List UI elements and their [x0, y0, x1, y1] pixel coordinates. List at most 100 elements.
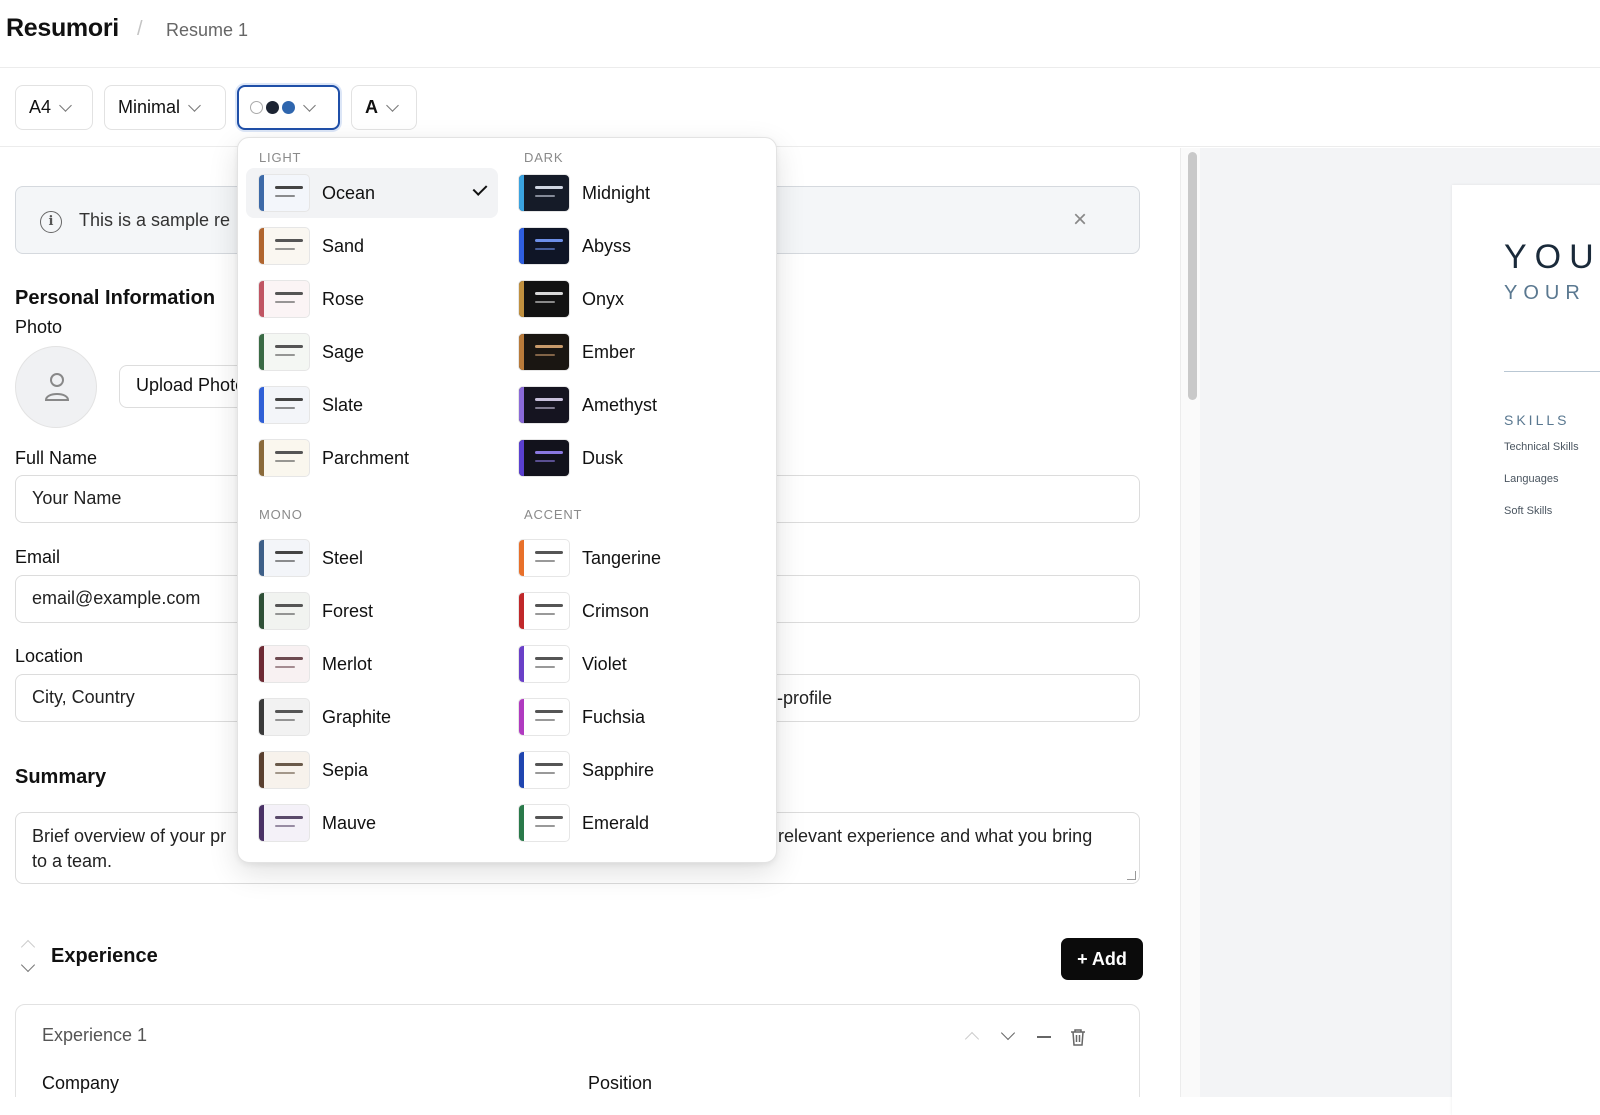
toolbar: A4 Minimal A	[0, 68, 1600, 147]
theme-option-onyx[interactable]: Onyx	[506, 274, 758, 324]
swatch-line	[535, 816, 563, 819]
swatch-line	[275, 613, 295, 615]
move-up-icon[interactable]	[962, 1027, 982, 1047]
theme-option-tangerine[interactable]: Tangerine	[506, 533, 758, 583]
scrollbar-thumb[interactable]	[1188, 152, 1197, 400]
theme-swatch	[518, 751, 570, 789]
theme-option-mauve[interactable]: Mauve	[246, 798, 498, 848]
swatch-accent-bar	[259, 440, 264, 476]
theme-option-label: Sapphire	[582, 759, 655, 780]
theme-swatch	[518, 645, 570, 683]
theme-swatch	[518, 333, 570, 371]
preview-skills-heading: SKILLS	[1504, 412, 1570, 428]
banner-text: This is a sample re	[79, 210, 231, 230]
theme-option-sapphire[interactable]: Sapphire	[506, 745, 758, 795]
theme-option-ocean[interactable]: Ocean	[246, 168, 498, 218]
template-select[interactable]: Minimal	[104, 85, 226, 130]
theme-option-label: Forest	[322, 600, 374, 621]
theme-swatch	[258, 333, 310, 371]
theme-option-dusk[interactable]: Dusk	[506, 433, 758, 483]
summary-text-end: relevant experience and what you bring	[778, 826, 1093, 846]
experience-card-title: Experience 1	[42, 1025, 148, 1045]
theme-option-label: Tangerine	[582, 547, 662, 568]
theme-option-label: Crimson	[582, 600, 650, 621]
resume-preview-pane: YOU YOUR SKILLS Technical Skills Languag…	[1200, 148, 1600, 1115]
theme-option-midnight[interactable]: Midnight	[506, 168, 758, 218]
theme-option-label: Emerald	[582, 812, 650, 833]
form-scrollbar[interactable]	[1180, 148, 1200, 1097]
theme-option-slate[interactable]: Slate	[246, 380, 498, 430]
theme-option-merlot[interactable]: Merlot	[246, 639, 498, 689]
swatch-accent-bar	[259, 228, 264, 264]
theme-option-rose[interactable]: Rose	[246, 274, 498, 324]
page-size-select[interactable]: A4	[15, 85, 93, 130]
swatch-line	[275, 763, 303, 766]
theme-option-label: Mauve	[322, 812, 377, 833]
chevron-down-icon[interactable]	[20, 957, 36, 973]
font-select[interactable]: A	[351, 85, 417, 130]
info-icon: i	[40, 211, 62, 233]
theme-swatch	[258, 439, 310, 477]
experience-reorder[interactable]	[20, 938, 38, 980]
swatch-accent-bar	[259, 334, 264, 370]
resize-handle-icon[interactable]	[1127, 871, 1136, 880]
font-value: A	[365, 97, 378, 117]
color-theme-select[interactable]	[237, 85, 340, 130]
swatch-accent-bar	[259, 593, 264, 629]
theme-option-label: Midnight	[582, 182, 651, 203]
theme-option-emerald[interactable]: Emerald	[506, 798, 758, 848]
chevron-down-icon	[188, 98, 201, 112]
user-icon	[44, 373, 70, 401]
theme-option-ember[interactable]: Ember	[506, 327, 758, 377]
theme-option-violet[interactable]: Violet	[506, 639, 758, 689]
add-experience-button[interactable]: + Add	[1061, 938, 1143, 980]
group-label-dark: DARK	[524, 150, 564, 165]
swatch-line	[275, 292, 303, 295]
swatch-accent-bar	[519, 805, 524, 841]
collapse-icon[interactable]	[1034, 1027, 1054, 1047]
full-name-label: Full Name	[15, 448, 98, 468]
theme-option-graphite[interactable]: Graphite	[246, 692, 498, 742]
preview-skill-item: Languages	[1504, 473, 1559, 485]
theme-swatch	[258, 174, 310, 212]
theme-option-sepia[interactable]: Sepia	[246, 745, 498, 795]
breadcrumb-resume[interactable]: Resume 1	[166, 20, 248, 41]
theme-swatch	[258, 804, 310, 842]
theme-swatch	[518, 386, 570, 424]
profile-input-value[interactable]: -profile	[777, 688, 832, 709]
swatch-line	[535, 772, 555, 774]
app-header: Resumori / Resume 1	[0, 0, 1600, 68]
swatch-line	[275, 772, 295, 774]
swatch-accent-bar	[519, 699, 524, 735]
check-icon	[472, 181, 488, 196]
theme-option-label: Fuchsia	[582, 706, 646, 727]
swatch-line	[535, 763, 563, 766]
theme-option-sand[interactable]: Sand	[246, 221, 498, 271]
theme-option-sage[interactable]: Sage	[246, 327, 498, 377]
move-down-icon[interactable]	[998, 1025, 1018, 1047]
swatch-line	[535, 292, 563, 295]
swatch-accent-bar	[519, 593, 524, 629]
company-label: Company	[42, 1073, 120, 1093]
swatch-line	[535, 825, 555, 827]
app-logo[interactable]: Resumori	[6, 14, 119, 43]
avatar[interactable]	[15, 346, 97, 428]
theme-option-abyss[interactable]: Abyss	[506, 221, 758, 271]
theme-option-forest[interactable]: Forest	[246, 586, 498, 636]
chevron-up-icon[interactable]	[20, 939, 36, 955]
theme-option-parchment[interactable]: Parchment	[246, 433, 498, 483]
color-dot-light	[250, 101, 263, 114]
theme-swatch	[258, 645, 310, 683]
theme-swatch	[258, 592, 310, 630]
swatch-line	[275, 345, 303, 348]
trash-icon[interactable]	[1069, 1027, 1089, 1047]
theme-option-label: Abyss	[582, 235, 632, 256]
swatch-line	[535, 354, 555, 356]
theme-option-fuchsia[interactable]: Fuchsia	[506, 692, 758, 742]
swatch-line	[535, 301, 555, 303]
swatch-line	[535, 248, 555, 250]
theme-option-crimson[interactable]: Crimson	[506, 586, 758, 636]
theme-option-steel[interactable]: Steel	[246, 533, 498, 583]
theme-option-amethyst[interactable]: Amethyst	[506, 380, 758, 430]
close-icon[interactable]: ×	[1073, 206, 1087, 234]
